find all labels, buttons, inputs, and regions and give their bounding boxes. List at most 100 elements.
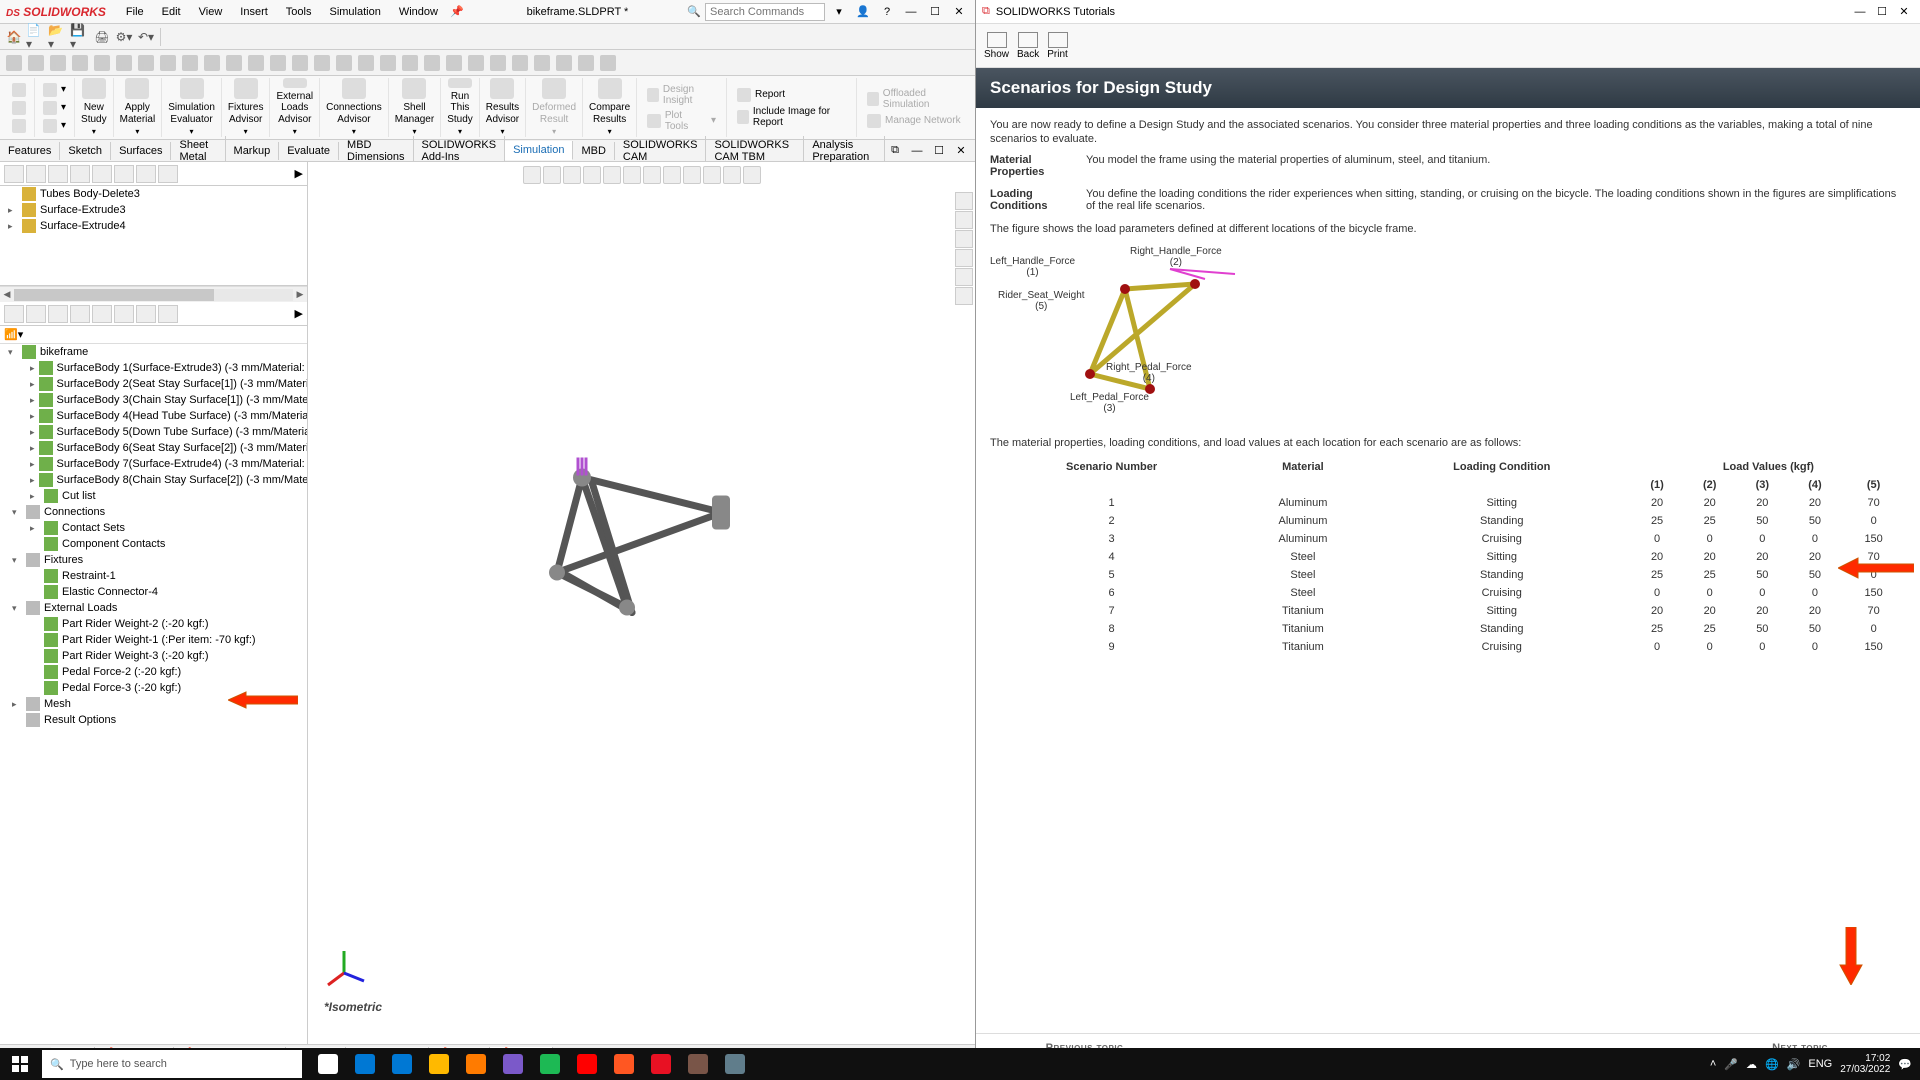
ribbon-simulation[interactable]: SimulationEvaluator▾ <box>162 78 222 137</box>
sim-tool-16[interactable] <box>356 53 376 73</box>
tab-simulation[interactable]: Simulation <box>505 141 573 160</box>
vp-side-1[interactable] <box>955 211 973 229</box>
tree-item[interactable]: Tubes Body-Delete3 <box>0 186 307 202</box>
vp-tool-9[interactable] <box>703 166 721 184</box>
tab-analysis-preparation[interactable]: Analysis Preparation <box>804 136 885 166</box>
tree-item[interactable]: ▾External Loads <box>0 600 307 616</box>
sim-tool-24[interactable] <box>532 53 552 73</box>
tree-item[interactable]: ▾Fixtures <box>0 552 307 568</box>
sim-tool-19[interactable] <box>422 53 442 73</box>
new-icon[interactable]: 📄▾ <box>26 27 46 47</box>
vp-side-4[interactable] <box>955 268 973 286</box>
vp-tool-8[interactable] <box>683 166 701 184</box>
taskbar-app-0[interactable] <box>310 1048 346 1080</box>
sim-tool-22[interactable] <box>488 53 508 73</box>
tree-item[interactable]: Part Rider Weight-2 (:-20 kgf:) <box>0 616 307 632</box>
ribbon-compare[interactable]: CompareResults▾ <box>583 78 637 137</box>
sim-tool-21[interactable] <box>466 53 486 73</box>
tray-chevron-icon[interactable]: ˄ <box>1710 1058 1716 1070</box>
ribbon-small-2[interactable] <box>8 100 30 116</box>
ribbon-fixtures[interactable]: FixturesAdvisor▾ <box>222 78 271 137</box>
ribbon-results[interactable]: ResultsAdvisor▾ <box>480 78 526 137</box>
taskbar-app-4[interactable] <box>458 1048 494 1080</box>
mdi-maximize-icon[interactable]: ☐ <box>929 142 949 160</box>
menu-insert[interactable]: Insert <box>232 4 276 20</box>
sim-tool-23[interactable] <box>510 53 530 73</box>
tree-item[interactable]: ▾Connections <box>0 504 307 520</box>
tree-item[interactable]: ▸SurfaceBody 3(Chain Stay Surface[1]) (-… <box>0 392 307 408</box>
tab-evaluate[interactable]: Evaluate <box>279 142 339 160</box>
tray-mic-icon[interactable]: 🎤 <box>1724 1058 1738 1071</box>
menu-window[interactable]: Window <box>391 4 446 20</box>
home-icon[interactable]: 🏠 <box>4 27 24 47</box>
tree-tabbar-1-btn-1[interactable] <box>26 165 46 183</box>
ribbon-small-5[interactable]: ▾ <box>39 100 70 116</box>
tree-tabbar-2-btn-6[interactable] <box>136 305 156 323</box>
nav-show-button[interactable]: Show <box>984 32 1009 60</box>
tree-filter[interactable]: 📶▾ <box>0 326 307 344</box>
sim-tool-9[interactable] <box>202 53 222 73</box>
taskbar-app-6[interactable] <box>532 1048 568 1080</box>
tray-network-icon[interactable]: 🌐 <box>1765 1058 1779 1071</box>
help-icon[interactable]: ? <box>877 3 897 21</box>
menu-file[interactable]: File <box>118 4 152 20</box>
tree-item[interactable]: Result Options <box>0 712 307 728</box>
vp-tool-10[interactable] <box>723 166 741 184</box>
maximize-button[interactable]: ☐ <box>925 3 945 21</box>
tree-tabbar-1-btn-2[interactable] <box>48 165 68 183</box>
taskbar-app-11[interactable] <box>717 1048 753 1080</box>
tree-item[interactable]: Pedal Force-2 (:-20 kgf:) <box>0 664 307 680</box>
tree-hscrollbar[interactable]: ◀▶ <box>0 286 307 302</box>
sim-tool-14[interactable] <box>312 53 332 73</box>
tab-solidworks-cam[interactable]: SOLIDWORKS CAM <box>615 136 707 166</box>
command-search-input[interactable] <box>705 3 825 21</box>
tray-onedrive-icon[interactable]: ☁ <box>1746 1058 1757 1071</box>
tree-item[interactable]: ▸Contact Sets <box>0 520 307 536</box>
ribbon-small-4[interactable]: ▾ <box>39 82 70 98</box>
tree-tabbar-2-btn-7[interactable] <box>158 305 178 323</box>
tree-item[interactable]: ▸Cut list <box>0 488 307 504</box>
sim-tool-25[interactable] <box>554 53 574 73</box>
tray-lang[interactable]: ENG <box>1808 1058 1832 1070</box>
tree-item[interactable]: ▸Surface-Extrude3 <box>0 202 307 218</box>
print-icon[interactable]: 🖨 <box>92 27 112 47</box>
ribbon-small-6[interactable]: ▾ <box>39 118 70 134</box>
tree-tabbar-2-btn-4[interactable] <box>92 305 112 323</box>
taskbar-app-5[interactable] <box>495 1048 531 1080</box>
sim-tool-12[interactable] <box>268 53 288 73</box>
vp-tool-3[interactable] <box>583 166 601 184</box>
taskbar-app-8[interactable] <box>606 1048 642 1080</box>
include-image-button[interactable]: Include Image for Report <box>733 105 850 129</box>
minimize-button[interactable]: — <box>901 3 921 21</box>
ribbon-connections[interactable]: ConnectionsAdvisor▾ <box>320 78 389 137</box>
taskbar-app-1[interactable] <box>347 1048 383 1080</box>
tree-tabbar-2-btn-1[interactable] <box>26 305 46 323</box>
nav-print-button[interactable]: Print <box>1047 32 1068 60</box>
ribbon-small-1[interactable] <box>8 82 30 98</box>
tree-tabbar-1-btn-5[interactable] <box>114 165 134 183</box>
sim-tool-15[interactable] <box>334 53 354 73</box>
sim-tool-7[interactable] <box>158 53 178 73</box>
tab-mbd[interactable]: MBD <box>573 142 614 160</box>
tree-item[interactable]: Restraint-1 <box>0 568 307 584</box>
taskbar-app-10[interactable] <box>680 1048 716 1080</box>
tree-item[interactable]: Pedal Force-3 (:-20 kgf:) <box>0 680 307 696</box>
menu-tools[interactable]: Tools <box>278 4 320 20</box>
vp-tool-0[interactable] <box>523 166 541 184</box>
report-button[interactable]: Report <box>733 87 850 103</box>
tree-tabbar-1-btn-0[interactable] <box>4 165 24 183</box>
ribbon-external-loads[interactable]: External LoadsAdvisor▾ <box>270 78 320 137</box>
tree-item[interactable]: Part Rider Weight-1 (:Per item: -70 kgf:… <box>0 632 307 648</box>
tab-sheet-metal[interactable]: Sheet Metal <box>171 136 225 166</box>
tab-features[interactable]: Features <box>0 142 60 160</box>
tree-item[interactable]: ▸Surface-Extrude4 <box>0 218 307 234</box>
taskbar-clock[interactable]: 17:0227/03/2022 <box>1840 1053 1890 1075</box>
nav-back-button[interactable]: Back <box>1017 32 1039 60</box>
tree-item[interactable]: ▸SurfaceBody 8(Chain Stay Surface[2]) (-… <box>0 472 307 488</box>
tab-solidworks-add-ins[interactable]: SOLIDWORKS Add-Ins <box>414 136 506 166</box>
sim-tool-5[interactable] <box>114 53 134 73</box>
menu-edit[interactable]: Edit <box>154 4 189 20</box>
tree-item[interactable]: ▸SurfaceBody 2(Seat Stay Surface[1]) (-3… <box>0 376 307 392</box>
sim-tool-4[interactable] <box>92 53 112 73</box>
vp-side-5[interactable] <box>955 287 973 305</box>
